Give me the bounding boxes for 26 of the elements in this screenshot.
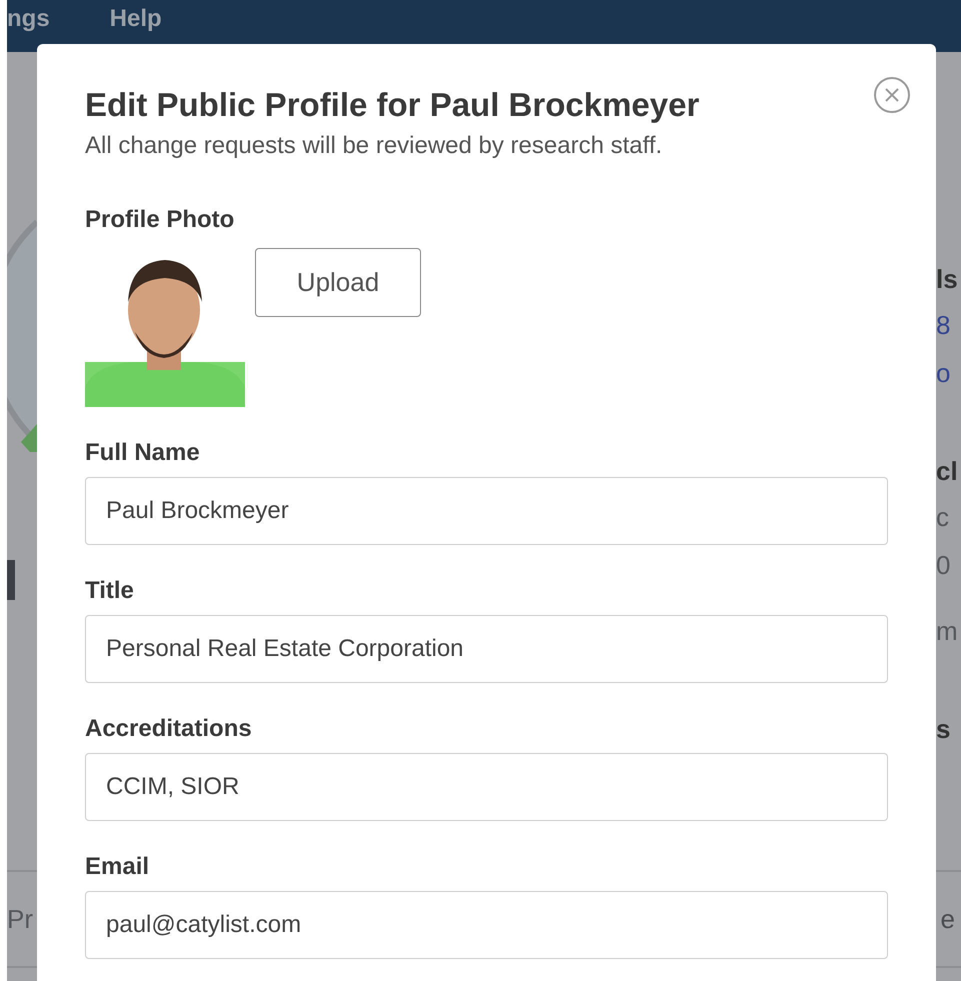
- upload-button[interactable]: Upload: [255, 248, 421, 317]
- background-text: m: [936, 616, 958, 647]
- background-text: cl: [936, 456, 958, 487]
- field-label: Title: [85, 577, 135, 605]
- field-label: Email: [85, 853, 150, 881]
- dialog-subtitle: All change requests will be reviewed by research staff.: [85, 132, 664, 160]
- field-label: Full Name: [85, 439, 201, 467]
- background-label: Pr: [7, 904, 33, 934]
- background-label: e: [940, 904, 955, 934]
- field-label: Accreditations: [85, 715, 253, 743]
- field-label: Profile Photo: [85, 206, 236, 234]
- background-text: ls: [936, 264, 958, 295]
- input-field[interactable]: Personal Real Estate Corporation: [85, 615, 888, 683]
- background-text: s: [936, 714, 950, 745]
- background-text: 0: [936, 550, 950, 581]
- input-field[interactable]: CCIM, SIOR: [85, 753, 888, 821]
- background-text: o: [936, 358, 950, 389]
- background-bar: [7, 560, 15, 600]
- input-field[interactable]: Paul Brockmeyer: [85, 477, 888, 545]
- background-text: 8: [936, 310, 950, 341]
- dialog-title: Edit Public Profile for Paul Brockmeyer: [85, 86, 700, 124]
- nav-link[interactable]: ngs: [7, 5, 50, 33]
- nav-link[interactable]: Help: [110, 5, 162, 33]
- close-icon[interactable]: [873, 76, 911, 114]
- background-text: c: [936, 502, 949, 533]
- input-field[interactable]: paul@catylist.com: [85, 891, 888, 959]
